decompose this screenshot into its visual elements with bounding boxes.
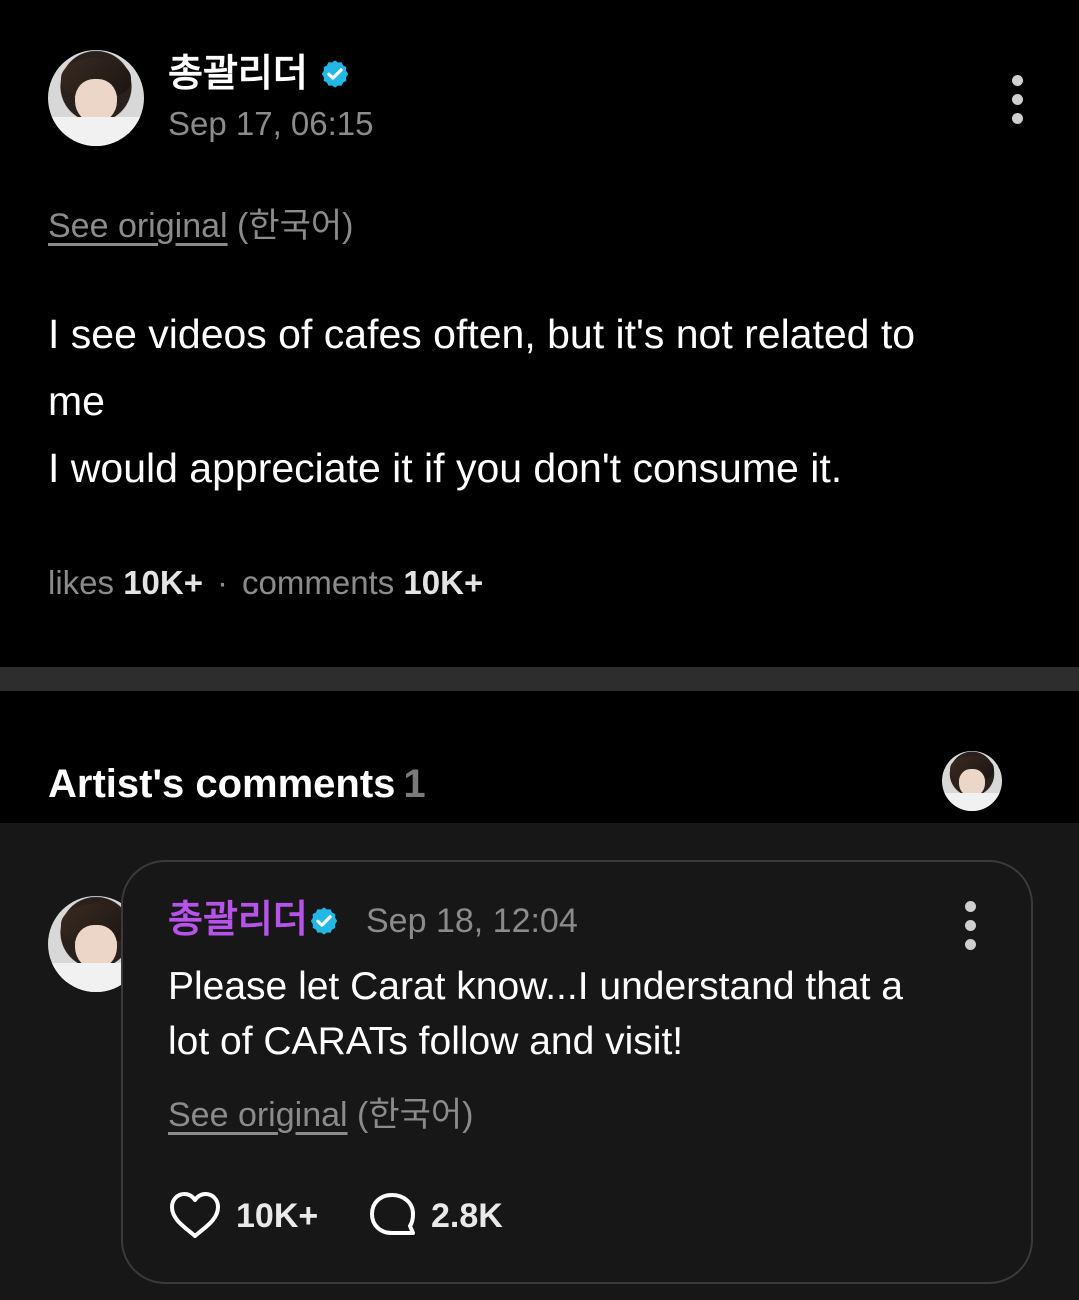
comment-more-button[interactable] (962, 901, 978, 958)
more-dot-icon (964, 920, 976, 931)
post-author-name[interactable]: 총괄리더 (168, 52, 308, 96)
comment-body-line: lot of CARATs follow and visit! (168, 1020, 684, 1063)
see-original-link[interactable]: See original (168, 1096, 348, 1134)
see-original-link[interactable]: See original (48, 207, 228, 245)
comment-like-count: 10K+ (236, 1196, 319, 1235)
post-date: Sep 17, 06:15 (168, 105, 374, 142)
likes-label: likes (48, 564, 115, 601)
post-see-original: See original (한국어) (48, 204, 354, 248)
comment-author-name[interactable]: 총괄리더 (168, 898, 308, 942)
author-avatar[interactable] (48, 50, 144, 146)
likes-count: 10K+ (123, 564, 204, 601)
comment-date: Sep 18, 12:04 (366, 902, 578, 940)
more-dot-icon (1011, 94, 1023, 105)
more-dot-icon (1011, 75, 1023, 86)
post-body-line: I would appreciate it if you don't consu… (48, 445, 843, 491)
original-language-label: (한국어) (357, 1096, 474, 1134)
avatar-shirt (48, 117, 144, 146)
comment-reply-count: 2.8K (431, 1196, 503, 1235)
heart-icon (170, 1192, 220, 1238)
artist-comments-section: 총괄리더 Sep 18, 12:04 Please let Carat know… (0, 823, 1079, 1300)
stats-separator: · (217, 564, 229, 601)
original-language-label: (한국어) (237, 207, 354, 245)
comment-body: Please let Carat know...I understand tha… (168, 959, 988, 1069)
artist-comments-label: Artist's comments (48, 762, 396, 806)
artist-comments-header: Artist's comments 1 (0, 691, 1079, 823)
comment-see-original: See original (한국어) (168, 1093, 474, 1137)
comment-body-line: Please let Carat know...I understand tha… (168, 965, 903, 1008)
post: 총괄리더 Sep 17, 06:15 See original (한국어) I … (0, 0, 1079, 667)
more-dot-icon (964, 901, 976, 912)
post-body-line: I see videos of cafes often, but it's no… (48, 311, 916, 357)
verified-badge-icon (310, 907, 338, 935)
post-body-line: me (48, 378, 105, 424)
comment-reply-button[interactable]: 2.8K (367, 1191, 503, 1241)
artist-comments-avatar[interactable] (942, 751, 1002, 811)
comments-label[interactable]: comments (242, 564, 394, 601)
avatar-shirt (942, 793, 1002, 811)
post-more-button[interactable] (1009, 75, 1025, 132)
post-stats: likes 10K+ · comments 10K+ (48, 562, 483, 604)
more-dot-icon (1011, 113, 1023, 124)
verified-badge-icon (321, 60, 349, 88)
comment-bubble-icon (370, 1193, 415, 1235)
more-dot-icon (964, 939, 976, 950)
artist-comments-title: Artist's comments 1 (48, 759, 426, 809)
section-divider (0, 667, 1079, 691)
comment-like-button[interactable]: 10K+ (168, 1191, 318, 1241)
artist-comments-count: 1 (403, 762, 426, 806)
post-body: I see videos of cafes often, but it's no… (48, 301, 1038, 502)
comments-count[interactable]: 10K+ (403, 564, 483, 601)
